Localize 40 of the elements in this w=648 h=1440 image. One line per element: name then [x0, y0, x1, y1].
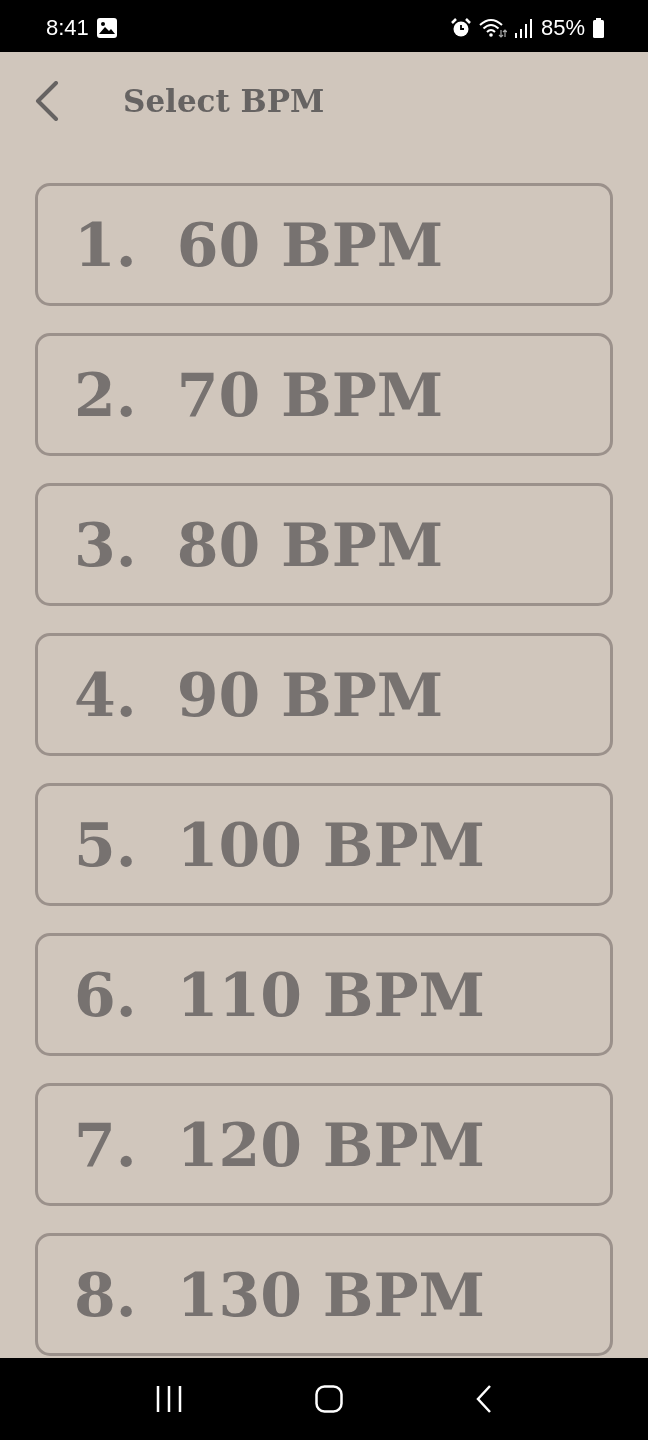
recent-apps-icon	[156, 1385, 183, 1413]
back-button[interactable]	[33, 80, 61, 122]
option-label: 100 BPM	[176, 809, 486, 880]
bpm-option[interactable]: 7. 120 BPM	[35, 1083, 613, 1206]
battery-icon	[593, 18, 604, 38]
option-label: 70 BPM	[176, 359, 444, 430]
signal-icon	[514, 18, 533, 38]
option-number: 2.	[74, 359, 137, 430]
bpm-option[interactable]: 8. 130 BPM	[35, 1233, 613, 1356]
option-number: 3.	[74, 509, 137, 580]
bpm-option[interactable]: 4. 90 BPM	[35, 633, 613, 756]
home-button[interactable]	[315, 1385, 343, 1413]
image-icon	[96, 18, 117, 38]
bpm-option[interactable]: 6. 110 BPM	[35, 933, 613, 1056]
home-icon	[315, 1385, 343, 1413]
option-number: 6.	[74, 959, 137, 1030]
bpm-option[interactable]: 2. 70 BPM	[35, 333, 613, 456]
back-icon	[475, 1385, 492, 1413]
back-nav-button[interactable]	[475, 1385, 492, 1413]
option-number: 5.	[74, 809, 137, 880]
option-number: 7.	[74, 1109, 137, 1180]
option-label: 60 BPM	[176, 209, 444, 280]
bpm-option[interactable]: 3. 80 BPM	[35, 483, 613, 606]
option-number: 4.	[74, 659, 137, 730]
bpm-option[interactable]: 1. 60 BPM	[35, 183, 613, 306]
option-number: 8.	[74, 1259, 137, 1330]
page-title: Select BPM	[123, 83, 325, 119]
bpm-option[interactable]: 5. 100 BPM	[35, 783, 613, 906]
option-label: 80 BPM	[176, 509, 444, 580]
option-label: 110 BPM	[176, 959, 486, 1030]
chevron-left-icon	[35, 81, 59, 121]
option-number: 1.	[74, 209, 137, 280]
alarm-icon	[450, 18, 471, 38]
option-label: 130 BPM	[176, 1259, 486, 1330]
option-label: 120 BPM	[176, 1109, 486, 1180]
battery-percentage: 85%	[540, 15, 585, 41]
option-label: 90 BPM	[176, 659, 444, 730]
recent-apps-button[interactable]	[156, 1385, 183, 1413]
status-time: 8:41	[46, 15, 89, 41]
wifi-icon	[478, 18, 507, 38]
